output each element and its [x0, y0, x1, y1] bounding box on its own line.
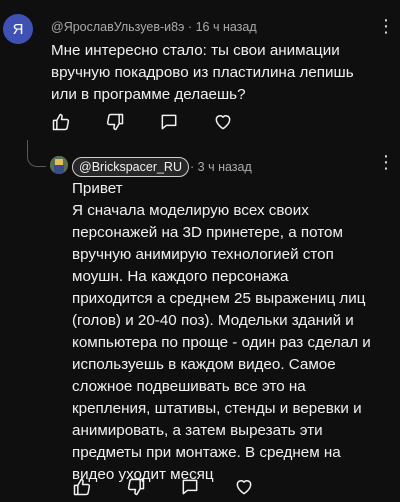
- heart-button[interactable]: [233, 476, 255, 498]
- like-icon: [73, 478, 91, 496]
- heart-icon: [215, 115, 231, 130]
- channel-avatar[interactable]: [50, 156, 68, 174]
- comment-actions: [71, 476, 287, 498]
- comment-actions: [50, 111, 266, 133]
- brick-figure-icon: [50, 156, 68, 174]
- like-button[interactable]: [50, 111, 72, 133]
- more-options-icon[interactable]: ⋮: [377, 152, 395, 173]
- comment-header-time: · 3 ч назад: [190, 160, 252, 174]
- comment-text: Привет Я сначала моделирую всех своих пе…: [72, 180, 371, 483]
- like-icon: [52, 113, 70, 131]
- comment-time[interactable]: 3 ч назад: [198, 160, 252, 174]
- thread-connector: [27, 140, 46, 167]
- heart-button[interactable]: [212, 111, 234, 133]
- dislike-button[interactable]: [125, 476, 147, 498]
- dislike-button[interactable]: [104, 111, 126, 133]
- dislike-icon: [106, 113, 124, 131]
- reply-button[interactable]: [179, 476, 201, 498]
- comment-header: @ЯрославУльзуев-и8э · 16 ч назад: [51, 20, 257, 34]
- separator: ·: [187, 20, 193, 34]
- reply-button[interactable]: [158, 111, 180, 133]
- avatar[interactable]: Я: [3, 14, 33, 44]
- author-chip[interactable]: @Brickspacer_RU: [72, 157, 189, 177]
- separator: ·: [190, 160, 195, 174]
- dislike-icon: [127, 478, 145, 496]
- author-name[interactable]: @ЯрославУльзуев-и8э: [51, 20, 184, 34]
- reply-icon: [182, 479, 198, 495]
- comment-time[interactable]: 16 ч назад: [196, 20, 257, 34]
- avatar-letter: Я: [12, 20, 24, 38]
- more-options-icon[interactable]: ⋮: [377, 16, 395, 37]
- reply-icon: [161, 114, 177, 130]
- comment-text: Мне интересно стало: ты свои анимации вр…: [51, 42, 354, 103]
- like-button[interactable]: [71, 476, 93, 498]
- heart-icon: [236, 480, 252, 495]
